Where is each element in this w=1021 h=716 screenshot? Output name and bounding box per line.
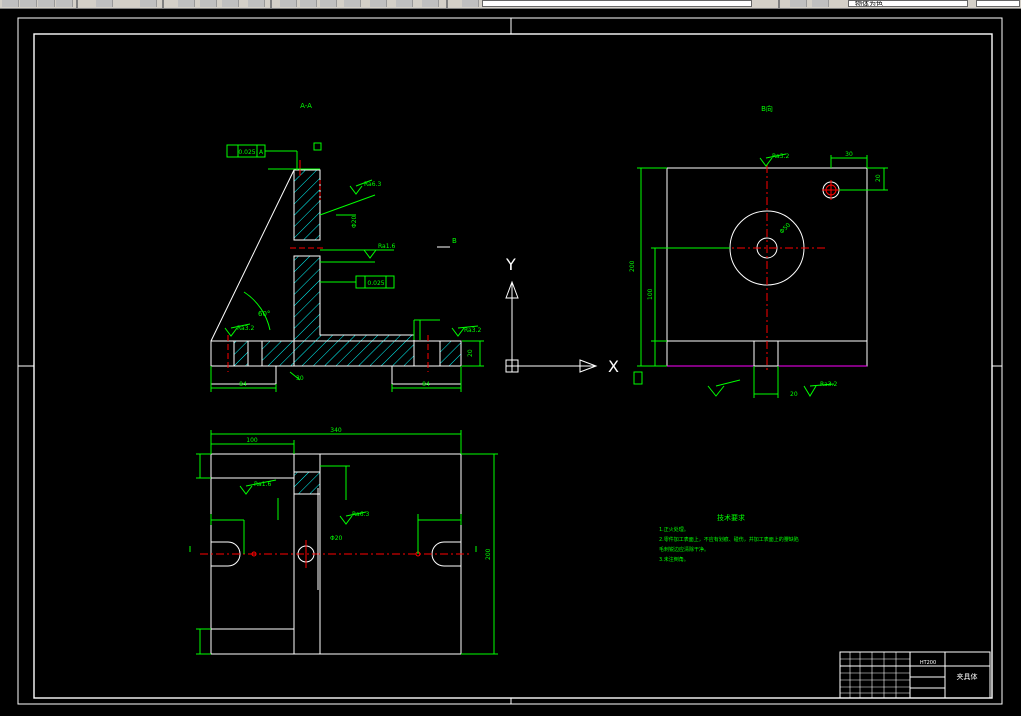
design-center-icon[interactable] [300, 0, 317, 7]
tech-line-2: 2.零件加工表面上，不应有划痕、碰伤，并加工表面上的瓕缺陷 [659, 536, 799, 543]
flatness-value: 0.025 [238, 149, 255, 156]
ra-label: Ra6.3 [364, 181, 381, 188]
parallel-value: 0.025 [367, 280, 384, 287]
redo-icon[interactable] [140, 0, 157, 7]
zoom-previous-icon[interactable] [248, 0, 265, 7]
top-pin-dim: Φ20 [330, 535, 343, 542]
color-combo[interactable]: 物体为色 [848, 0, 968, 7]
phi-dim: Φ20 [351, 215, 358, 228]
layer-previous-icon[interactable] [812, 0, 829, 7]
toolbar-separator [778, 0, 780, 8]
undo-icon[interactable] [96, 0, 113, 7]
base-hatch-slot [233, 340, 249, 367]
sheet-set-icon[interactable] [344, 0, 361, 7]
toolbar-separator [76, 0, 78, 8]
help-icon[interactable] [422, 0, 439, 7]
web-dim: 30 [296, 375, 304, 382]
calculator-icon[interactable] [396, 0, 413, 7]
datum-ref: A [259, 149, 264, 156]
foot-dim-right: 84 [422, 381, 430, 388]
standard-toolbar: 物体为色 [0, 0, 1021, 9]
base-hatch-right [439, 340, 462, 367]
b-ra-bottom: Ra3.2 [820, 381, 837, 388]
b-slot-dim: 20 [790, 391, 798, 398]
material-label: HT200 [920, 660, 936, 666]
slot-b [753, 340, 779, 367]
new-icon[interactable] [2, 0, 19, 7]
pan-icon[interactable] [178, 0, 195, 7]
rib-line [210, 169, 295, 342]
tech-line-4: 3.未注倒角。 [659, 556, 689, 563]
view-arrow-label: B [452, 237, 457, 245]
ucs-y-label: Y [505, 255, 516, 274]
foot-dim-left: 84 [239, 381, 247, 388]
save-icon[interactable] [38, 0, 55, 7]
ucs-x-label: X [608, 357, 619, 376]
print-icon[interactable] [56, 0, 73, 7]
ra-base: Ra3.2 [237, 325, 254, 332]
outer-frame [17, 17, 1003, 705]
toolbar-separator [162, 0, 164, 8]
angle-label: 60° [258, 310, 270, 318]
layer-combo[interactable] [482, 0, 752, 7]
b-height-dim: 200 [629, 260, 636, 272]
b-center-dim: 100 [647, 288, 654, 300]
pin-dim-y: 20 [875, 174, 882, 182]
top-ra-left: Ra1.6 [254, 481, 271, 488]
linetype-combo[interactable] [976, 0, 1020, 7]
b-ra-top: Ra3.2 [772, 153, 789, 160]
top-rib-dim: 100 [246, 437, 258, 444]
top-height-dim: 200 [485, 548, 492, 560]
base-hatch-left [261, 340, 295, 367]
tech-requirements: 技术要求 1.正火处理。 2.零件加工表面上，不应有划痕、碰伤，并加工表面上的瓕… [659, 513, 799, 563]
ra-label-16: Ra1.6 [378, 243, 395, 250]
toolbar-separator [446, 0, 448, 8]
ra-symbol [349, 185, 363, 195]
part-name: 夹具体 [957, 672, 978, 681]
zoom-realtime-icon[interactable] [200, 0, 217, 7]
top-width-dim: 340 [330, 427, 342, 434]
top-view: 340 100 200 Ra1.6 Ra6.3 Φ20 [189, 427, 498, 655]
title-block: HT200 夹具体 [839, 651, 991, 699]
drawing-canvas[interactable]: A-A B向 0.025 A Ra6.3 Φ20 Ra1.6 0.025 60°… [0, 9, 1021, 716]
properties-icon[interactable] [280, 0, 297, 7]
section-label: A-A [300, 102, 312, 110]
open-icon[interactable] [20, 0, 37, 7]
layer-icon[interactable] [462, 0, 479, 7]
b-bore-dim: Φ50 [778, 222, 792, 236]
web-hatch-upper [293, 169, 321, 241]
ucs-icon: X Y [505, 255, 619, 376]
ra-symbol-16 [363, 249, 377, 259]
toolbar-separator [270, 0, 272, 8]
web-hatch-lower [293, 255, 415, 367]
section-view-aa: 0.025 A Ra6.3 Φ20 Ra1.6 0.025 60° Ra3.2 … [210, 142, 484, 392]
rib-section-hatch [293, 471, 321, 495]
tech-line-3: 毛刺锐边应清除干净。 [659, 546, 709, 553]
zoom-window-icon[interactable] [222, 0, 239, 7]
view-b: 200 100 30 20 Ra3.2 Φ50 20 Ra3.2 [629, 151, 888, 398]
tool-palette-icon[interactable] [320, 0, 337, 7]
layer-states-icon[interactable] [790, 0, 807, 7]
datum-box [313, 142, 322, 151]
markup-icon[interactable] [370, 0, 387, 7]
tech-title: 技术要求 [717, 513, 745, 522]
tech-line-1: 1.正火处理。 [659, 526, 689, 533]
height-dim: 20 [467, 349, 474, 357]
ra-right: Ra3.2 [464, 327, 481, 334]
top-ra-right: Ra6.3 [352, 511, 369, 518]
pin-dim-x: 30 [845, 151, 853, 158]
view-label: B向 [761, 104, 773, 113]
